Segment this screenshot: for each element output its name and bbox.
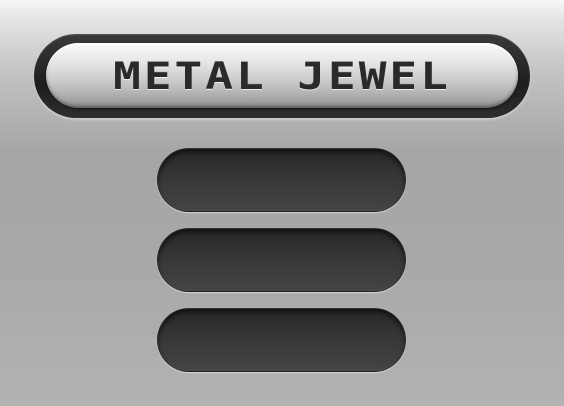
menu-button-3[interactable] — [157, 308, 406, 372]
game-title: METAL JEWEL — [113, 53, 451, 98]
title-badge: METAL JEWEL — [34, 34, 530, 118]
menu-button-1[interactable] — [157, 148, 406, 212]
title-plate: METAL JEWEL — [46, 43, 518, 108]
menu-button-2[interactable] — [157, 228, 406, 292]
